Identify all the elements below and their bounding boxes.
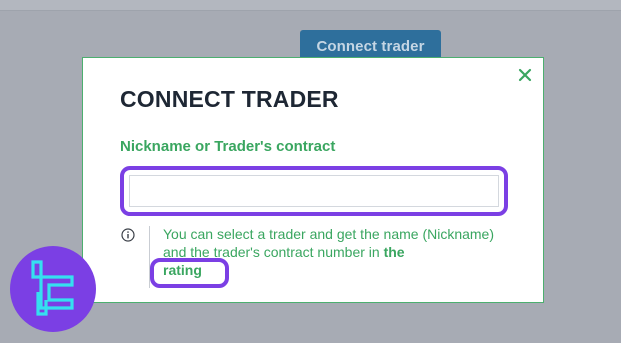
close-icon[interactable] (517, 67, 533, 83)
nickname-input-highlight (120, 166, 508, 216)
info-icon (121, 228, 135, 242)
brand-logo (10, 246, 96, 332)
hint-message: You can select a trader and get the name… (163, 226, 495, 260)
connect-trader-modal: CONNECT TRADER Nickname or Trader's cont… (82, 57, 544, 303)
modal-title: CONNECT TRADER (120, 86, 339, 112)
rating-link-text-1: the (383, 244, 405, 260)
rating-link-highlight (150, 258, 229, 288)
nickname-field-label: Nickname or Trader's contract (120, 138, 336, 155)
page-top-bar (0, 0, 621, 11)
nickname-input[interactable] (129, 175, 499, 207)
